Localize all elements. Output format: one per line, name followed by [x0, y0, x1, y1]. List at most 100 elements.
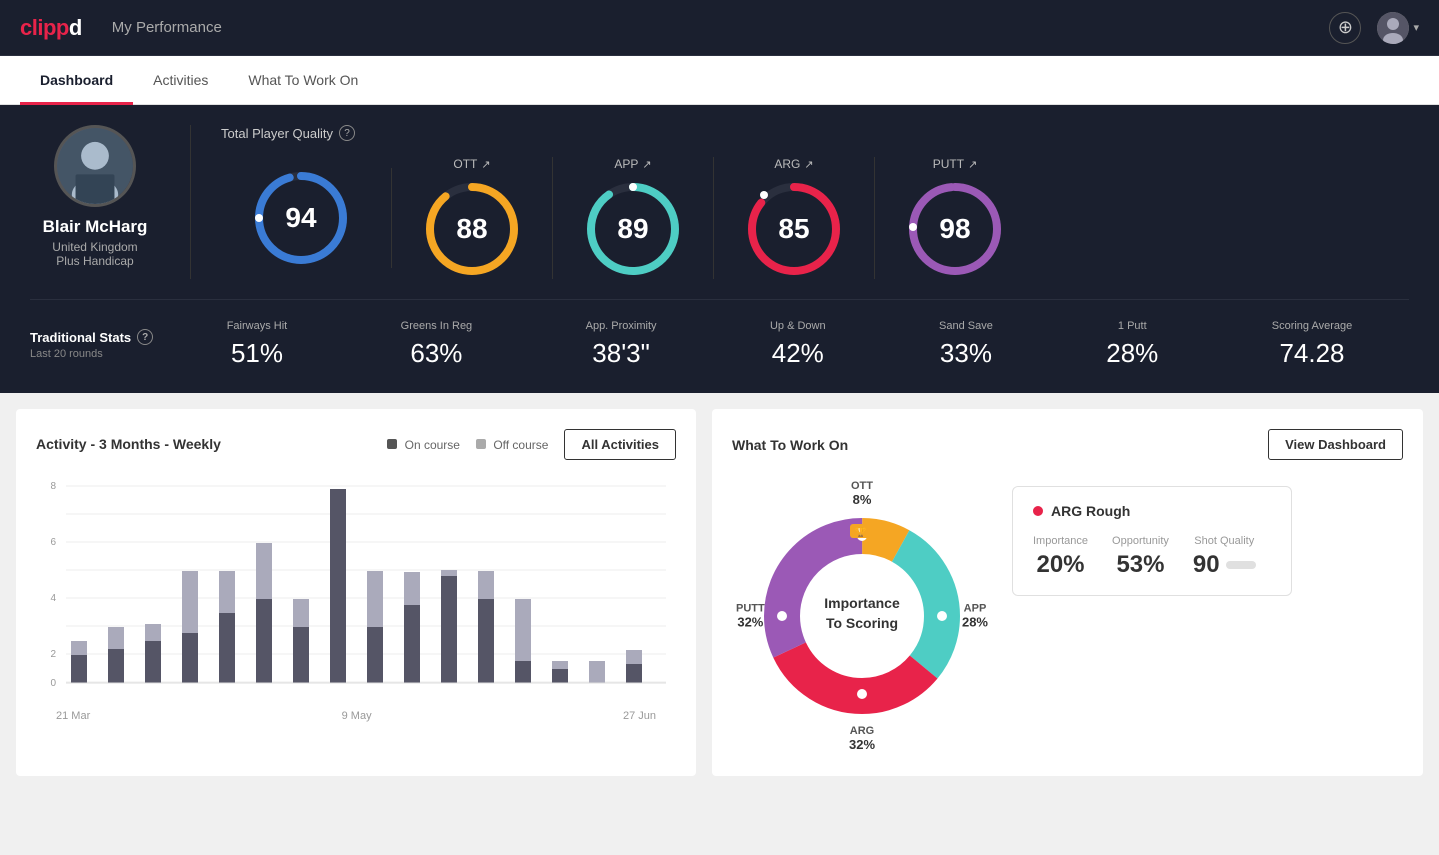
avatar-chevron: ▾ [1413, 21, 1419, 34]
bar [626, 650, 642, 664]
bar [71, 641, 87, 655]
ott-score: 88 [456, 213, 487, 245]
trad-stats-subtitle: Last 20 rounds [30, 348, 170, 360]
arg-score: 85 [778, 213, 809, 245]
scoring-label: Scoring Average [1272, 320, 1353, 332]
what-panel-header: What To Work On View Dashboard [732, 429, 1403, 460]
off-course-legend: Off course [476, 438, 548, 452]
tab-dashboard[interactable]: Dashboard [20, 56, 133, 105]
player-info: Blair McHarg United Kingdom Plus Handica… [30, 125, 190, 279]
shot-quality-metric: Shot Quality 90 [1193, 535, 1256, 579]
all-activities-button[interactable]: All Activities [564, 429, 676, 460]
sandsave-label: Sand Save [939, 320, 993, 332]
bar [552, 669, 568, 683]
activity-title: Activity - 3 Months - Weekly [36, 436, 221, 454]
trad-item-proximity: App. Proximity 38'3" [586, 320, 657, 369]
logo: clippd [20, 15, 82, 41]
avatar-button[interactable]: ▾ [1377, 12, 1419, 44]
header: clippd My Performance ⊕ ▾ [0, 0, 1439, 56]
plus-icon: ⊕ [1338, 17, 1353, 38]
fairways-value: 51% [231, 338, 283, 369]
gir-value: 63% [410, 338, 462, 369]
trad-help-icon[interactable]: ? [137, 329, 153, 345]
sandsave-value: 33% [940, 338, 992, 369]
app-label: APP ↗ [614, 157, 651, 171]
bar [71, 655, 87, 683]
trad-item-fairways: Fairways Hit 51% [227, 320, 288, 369]
trad-stats-items: Fairways Hit 51% Greens In Reg 63% App. … [170, 320, 1409, 369]
info-card-container: ARG Rough Importance 20% Opportunity 53%… [1012, 476, 1403, 596]
proximity-label: App. Proximity [586, 320, 657, 332]
gir-label: Greens In Reg [401, 320, 473, 332]
player-avatar [54, 125, 136, 207]
shot-quality-value: 90 [1193, 551, 1220, 579]
putt-label: PUTT ↗ [933, 157, 978, 171]
gauges-row: 94 OTT ↗ 88 [221, 157, 1409, 279]
svg-text:🏆: 🏆 [855, 526, 866, 537]
bar [293, 599, 309, 627]
bar [515, 661, 531, 683]
app-donut-label: APP 28% [962, 603, 988, 630]
activity-legend: On course Off course [387, 438, 548, 452]
tab-activities[interactable]: Activities [133, 56, 228, 105]
opportunity-label: Opportunity [1112, 535, 1169, 547]
ott-arrow: ↗ [481, 158, 490, 171]
main-gauge-circle: 94 [251, 168, 351, 268]
svg-text:6: 6 [50, 537, 56, 548]
chart-area: 8 6 4 2 0 [36, 476, 676, 706]
info-card: ARG Rough Importance 20% Opportunity 53%… [1012, 486, 1292, 596]
bar [108, 649, 124, 683]
bar [367, 571, 383, 627]
svg-text:2: 2 [50, 649, 56, 660]
quality-help-icon[interactable]: ? [339, 125, 355, 141]
updown-value: 42% [772, 338, 824, 369]
bar [182, 571, 198, 633]
1putt-value: 28% [1106, 338, 1158, 369]
activity-panel-header: Activity - 3 Months - Weekly On course O… [36, 429, 676, 460]
bar [256, 543, 272, 599]
main-score: 94 [285, 202, 316, 234]
stats-section: Blair McHarg United Kingdom Plus Handica… [0, 105, 1439, 393]
quality-title: Total Player Quality ? [221, 125, 1409, 141]
avatar [1377, 12, 1409, 44]
what-panel-content: Importance To Scoring 🏆 OTT 8% [732, 476, 1403, 756]
svg-text:To Scoring: To Scoring [826, 615, 898, 631]
opportunity-metric: Opportunity 53% [1112, 535, 1169, 579]
on-course-legend: On course [387, 438, 460, 452]
player-name: Blair McHarg [43, 217, 148, 237]
bar [515, 599, 531, 661]
app-score: 89 [617, 213, 648, 245]
bar [441, 576, 457, 683]
add-button[interactable]: ⊕ [1329, 12, 1361, 44]
tab-what-to-work-on[interactable]: What To Work On [228, 56, 378, 105]
activity-chart-svg: 8 6 4 2 0 [36, 476, 676, 706]
svg-text:4: 4 [50, 593, 56, 604]
arg-circle: 85 [744, 179, 844, 279]
stats-top: Blair McHarg United Kingdom Plus Handica… [30, 125, 1409, 279]
arg-label: ARG ↗ [774, 157, 813, 171]
bar [145, 624, 161, 641]
fairways-label: Fairways Hit [227, 320, 288, 332]
view-dashboard-button[interactable]: View Dashboard [1268, 429, 1403, 460]
svg-text:8: 8 [50, 481, 56, 492]
updown-label: Up & Down [770, 320, 826, 332]
donut-chart-svg: Importance To Scoring 🏆 [732, 476, 992, 756]
bar [478, 571, 494, 599]
player-handicap: Plus Handicap [56, 254, 133, 268]
player-country: United Kingdom [52, 240, 137, 254]
bar [626, 664, 642, 683]
activity-panel: Activity - 3 Months - Weekly On course O… [16, 409, 696, 776]
bar [256, 599, 272, 683]
red-dot-icon [1033, 506, 1043, 516]
trad-stats-title: Traditional Stats ? [30, 329, 170, 345]
bar [404, 572, 420, 605]
trad-item-sandsave: Sand Save 33% [939, 320, 993, 369]
scoring-value: 74.28 [1279, 338, 1344, 369]
ott-donut-label: OTT 8% [851, 480, 873, 507]
putt-arrow: ↗ [968, 158, 977, 171]
bar [182, 633, 198, 683]
quality-section: Total Player Quality ? 94 [191, 125, 1409, 279]
app-circle: 89 [583, 179, 683, 279]
bar [330, 489, 346, 683]
opportunity-value: 53% [1116, 551, 1164, 579]
